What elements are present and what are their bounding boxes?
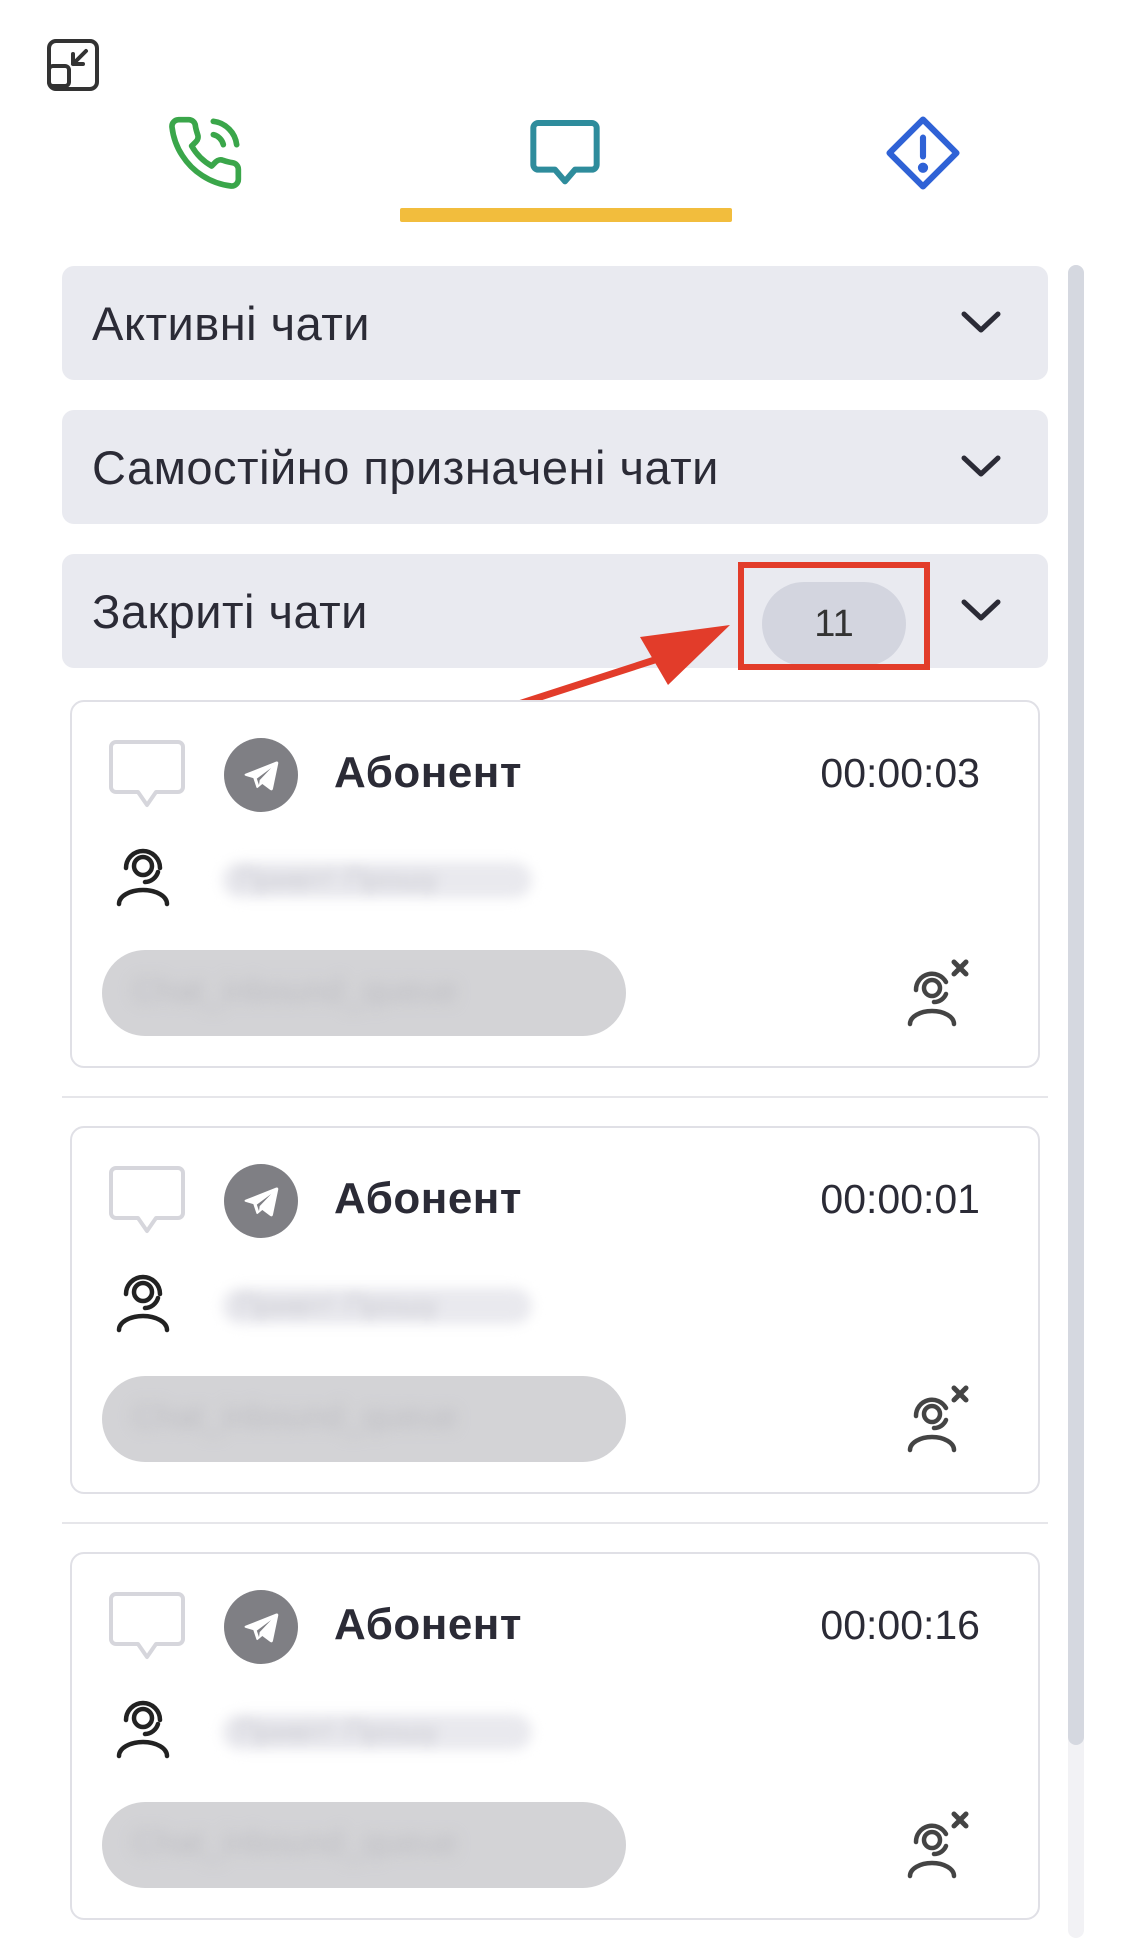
chat-bubble-icon [109, 1166, 185, 1233]
telegram-channel-icon [224, 738, 298, 812]
section-title: Закриті чати [92, 584, 368, 638]
customer-name: Абонент [334, 1174, 522, 1223]
queue-tag: Chat_inbound_queue [102, 950, 626, 1036]
chevron-down-icon[interactable] [958, 302, 1004, 342]
chat-card[interactable]: Абонент 00:00:03 Привіт! Прошу Chat_inbo… [70, 700, 1040, 1068]
customer-name: Абонент [334, 748, 522, 797]
last-message-preview: Привіт! Прошу [222, 862, 532, 898]
section-active-chats[interactable]: Активні чати [62, 266, 1048, 380]
alert-diamond-icon [886, 115, 960, 190]
chat-bubble-icon [530, 119, 600, 184]
collapse-panel-icon[interactable] [46, 38, 100, 92]
chat-duration: 00:00:01 [820, 1176, 980, 1222]
queue-name: Chat_inbound_queue [132, 1398, 458, 1436]
agent-headset-icon [116, 1700, 170, 1759]
chat-card[interactable]: Абонент 00:00:16 Привіт! Прошу Chat_inbo… [70, 1552, 1040, 1920]
telegram-channel-icon [224, 1590, 298, 1664]
agent-headset-icon [116, 1274, 170, 1333]
unassign-agent-icon[interactable] [902, 956, 972, 1028]
queue-tag: Chat_inbound_queue [102, 1376, 626, 1462]
queue-name: Chat_inbound_queue [132, 972, 458, 1010]
card-divider [62, 1096, 1048, 1098]
agent-headset-icon [116, 848, 170, 907]
chat-card[interactable]: Абонент 00:00:01 Привіт! Прошу Chat_inbo… [70, 1126, 1040, 1494]
tab-chats[interactable] [510, 105, 620, 200]
scrollbar-thumb[interactable] [1068, 265, 1084, 1745]
section-title: Самостійно призначені чати [92, 440, 719, 494]
customer-name: Абонент [334, 1600, 522, 1649]
unassign-agent-icon[interactable] [902, 1808, 972, 1880]
chat-duration: 00:00:16 [820, 1602, 980, 1648]
chat-duration: 00:00:03 [820, 750, 980, 796]
section-self-assigned-chats[interactable]: Самостійно призначені чати [62, 410, 1048, 524]
queue-tag: Chat_inbound_queue [102, 1802, 626, 1888]
telegram-channel-icon [224, 1164, 298, 1238]
phone-icon [169, 116, 242, 189]
chevron-down-icon[interactable] [958, 590, 1004, 630]
tab-calls[interactable] [150, 105, 260, 200]
tab-alerts[interactable] [868, 105, 978, 200]
unassign-agent-icon[interactable] [902, 1382, 972, 1454]
chat-bubble-icon [109, 740, 185, 807]
last-message-preview: Привіт! Прошу [222, 1714, 532, 1750]
chat-bubble-icon [109, 1592, 185, 1659]
last-message-preview: Привіт! Прошу [222, 1288, 532, 1324]
section-title: Активні чати [92, 296, 371, 350]
active-tab-indicator [400, 208, 732, 222]
chevron-down-icon[interactable] [958, 446, 1004, 486]
card-divider [62, 1522, 1048, 1524]
annotation-highlight-box [738, 562, 930, 670]
queue-name: Chat_inbound_queue [132, 1824, 458, 1862]
